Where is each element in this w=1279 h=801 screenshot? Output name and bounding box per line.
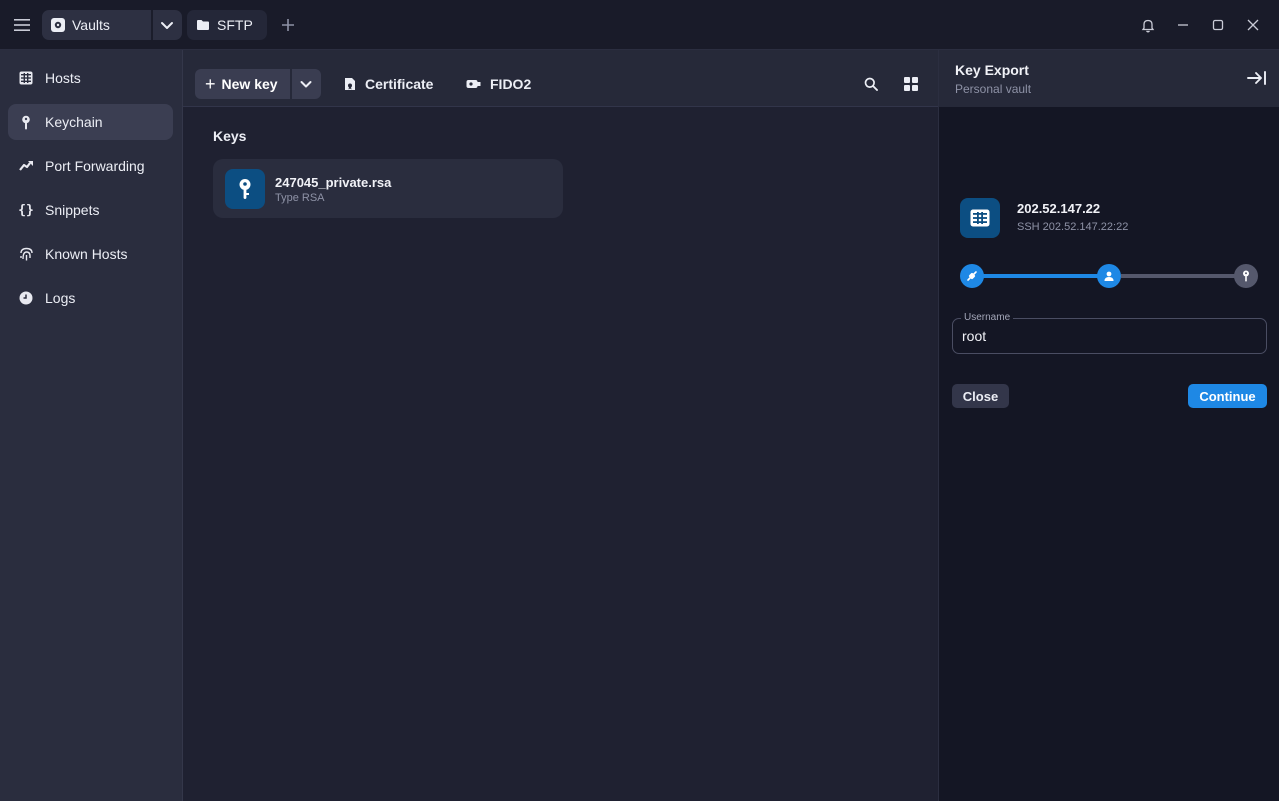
split-divider	[290, 69, 292, 99]
panel-header: Key Export Personal vault	[939, 50, 1279, 107]
search-icon[interactable]	[861, 74, 881, 94]
certificate-label: Certificate	[365, 76, 434, 92]
plus-icon: +	[205, 74, 216, 94]
panel-subtitle: Personal vault	[955, 82, 1032, 96]
sidebar-item-label: Known Hosts	[45, 246, 128, 262]
grid-view-icon[interactable]	[901, 74, 921, 94]
folder-icon	[196, 18, 210, 32]
fingerprint-icon	[18, 246, 34, 262]
key-icon	[225, 169, 265, 209]
stepper-progress-line	[983, 274, 1109, 278]
vault-icon	[50, 17, 66, 33]
sidebar-item-hosts[interactable]: Hosts	[8, 60, 173, 96]
maximize-icon[interactable]	[1208, 15, 1228, 35]
port-forwarding-icon	[18, 158, 34, 174]
username-label: Username	[961, 312, 1014, 323]
collapse-panel-icon[interactable]	[1246, 67, 1268, 89]
host-ssh-subtitle: SSH 202.52.147.22:22	[1017, 221, 1129, 233]
sidebar-item-logs[interactable]: Logs	[8, 280, 173, 316]
username-field: Username	[952, 312, 1267, 354]
sidebar: Hosts Keychain Port Forwarding {} Snippe…	[0, 50, 183, 801]
sidebar-item-label: Logs	[45, 290, 76, 306]
tab-sftp-label: SFTP	[217, 17, 253, 33]
braces-icon: {}	[18, 202, 34, 218]
step-connect-icon	[960, 264, 984, 288]
chevron-down-icon[interactable]	[156, 14, 178, 36]
sidebar-item-known-hosts[interactable]: Known Hosts	[8, 236, 173, 272]
host-address: 202.52.147.22	[1017, 201, 1101, 216]
toolbar: + New key Certificate FIDO2	[183, 50, 938, 107]
sidebar-item-label: Port Forwarding	[45, 158, 145, 174]
certificate-icon	[344, 77, 356, 91]
fido2-button[interactable]: FIDO2	[466, 69, 531, 99]
close-button[interactable]: Close	[952, 384, 1009, 408]
key-icon	[18, 114, 34, 130]
key-export-panel: Key Export Personal vault 202.52.147.22 …	[938, 50, 1279, 801]
keys-section-title: Keys	[213, 128, 247, 144]
new-key-button[interactable]: + New key	[195, 69, 290, 99]
tab-vaults-label: Vaults	[72, 17, 110, 33]
bell-icon[interactable]	[1138, 15, 1158, 35]
close-icon[interactable]	[1243, 15, 1263, 35]
username-input[interactable]	[962, 327, 1252, 345]
hosts-grid-icon	[18, 70, 34, 86]
tab-divider	[151, 10, 153, 40]
clock-icon	[18, 290, 34, 306]
tab-sftp[interactable]: SFTP	[187, 10, 267, 40]
host-server-icon	[960, 198, 1000, 238]
key-name: 247045_private.rsa	[275, 175, 392, 190]
new-key-split-button: + New key	[195, 69, 321, 99]
step-key-icon	[1234, 264, 1258, 288]
key-type: Type RSA	[275, 192, 325, 204]
sidebar-item-label: Snippets	[45, 202, 100, 218]
panel-title: Key Export	[955, 62, 1029, 78]
stepper-remaining-line	[1121, 274, 1245, 278]
step-user-icon	[1097, 264, 1121, 288]
sidebar-item-label: Keychain	[45, 114, 103, 130]
tab-vaults[interactable]: Vaults	[42, 10, 182, 40]
minimize-icon[interactable]	[1173, 15, 1193, 35]
plus-icon[interactable]	[278, 15, 298, 35]
sidebar-item-snippets[interactable]: {} Snippets	[8, 192, 173, 228]
title-bar: Vaults SFTP	[0, 0, 1279, 50]
hamburger-menu-icon[interactable]	[12, 15, 32, 35]
chevron-down-icon[interactable]	[296, 74, 316, 94]
certificate-button[interactable]: Certificate	[344, 69, 433, 99]
fido2-usb-key-icon	[466, 79, 481, 89]
continue-button[interactable]: Continue	[1188, 384, 1267, 408]
sidebar-item-port-forwarding[interactable]: Port Forwarding	[8, 148, 173, 184]
keychain-main: + New key Certificate FIDO2 Keys 247045_…	[183, 50, 938, 801]
new-key-label: New key	[221, 76, 278, 92]
fido2-label: FIDO2	[490, 76, 532, 92]
sidebar-item-keychain[interactable]: Keychain	[8, 104, 173, 140]
sidebar-item-label: Hosts	[45, 70, 81, 86]
key-card[interactable]: 247045_private.rsa Type RSA	[213, 159, 563, 218]
